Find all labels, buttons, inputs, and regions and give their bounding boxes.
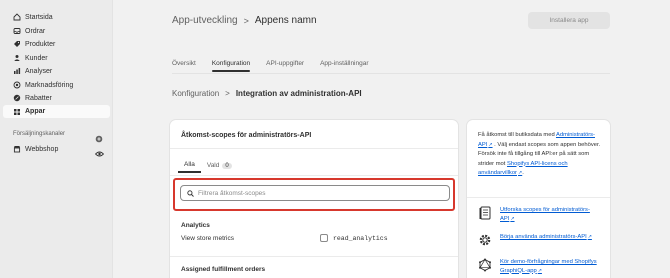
page-breadcrumb: App-utveckling > Appens namn xyxy=(172,15,317,26)
sidebar-item-label: Rabatter xyxy=(25,94,52,102)
chart-icon xyxy=(13,67,21,75)
install-app-button[interactable]: Installera app xyxy=(528,12,610,29)
search-field[interactable] xyxy=(180,185,450,201)
link-label: Börja använda administratörs-API xyxy=(500,234,587,240)
section-breadcrumb-parent-link[interactable]: Konfiguration xyxy=(172,89,219,98)
resource-link[interactable]: Utforska scopes för administratörs-API↗ xyxy=(500,206,602,223)
inbox-icon xyxy=(13,27,21,35)
sidebar-item-webshop[interactable]: Webbshop xyxy=(13,143,58,155)
tab-bar: Översikt Konfiguration API-uppgifter App… xyxy=(172,60,385,72)
divider xyxy=(170,256,458,257)
section-title: Integration av administration-API xyxy=(235,89,362,98)
info-card: Få åtkomst till butiksdata med Administr… xyxy=(467,120,610,278)
home-icon xyxy=(13,13,21,21)
resource-link[interactable]: Börja använda administratörs-API↗ xyxy=(500,233,592,242)
sidebar-item-label: Webbshop xyxy=(25,145,59,153)
sidebar-item-products[interactable]: Produkter xyxy=(13,38,55,50)
sidebar-item-label: Kunder xyxy=(25,54,48,62)
external-link-icon: ↗ xyxy=(537,267,542,274)
external-link-icon: ↗ xyxy=(587,234,592,240)
section-breadcrumb: Konfiguration > Integration av administr… xyxy=(172,89,362,98)
info-text: Få åtkomst till butiksdata med Administr… xyxy=(478,131,602,179)
tab-api-credentials[interactable]: API-uppgifter xyxy=(266,60,304,72)
document-icon xyxy=(478,206,492,220)
tabs-divider xyxy=(172,73,610,74)
external-link-icon: ↗ xyxy=(510,215,515,222)
scope-name: read_analytics xyxy=(333,234,388,242)
resource-graphiql[interactable]: Kör demo-förfrågningar med Shopifys Grap… xyxy=(478,258,602,275)
tab-app-settings[interactable]: App-inställningar xyxy=(320,60,368,72)
tab-configuration[interactable]: Konfiguration xyxy=(211,60,251,72)
resource-explore-scopes[interactable]: Utforska scopes för administratörs-API↗ xyxy=(478,206,602,223)
divider xyxy=(170,175,458,176)
search-input[interactable] xyxy=(198,189,449,197)
tab-label: Vald xyxy=(206,162,220,169)
sidebar-item-orders[interactable]: Ordrar xyxy=(13,25,45,37)
tag-icon xyxy=(13,40,21,48)
search-icon xyxy=(187,184,194,202)
resource-link[interactable]: Kör demo-förfrågningar med Shopifys Grap… xyxy=(500,258,602,275)
breadcrumb-separator: > xyxy=(243,15,249,26)
sidebar-item-analytics[interactable]: Analyser xyxy=(13,65,52,77)
sidebar-item-discounts[interactable]: Rabatter xyxy=(13,92,52,104)
scope-group-description: View store metrics xyxy=(181,235,234,242)
tab-all-scopes[interactable]: Alla xyxy=(178,158,201,173)
external-link-icon: ↗ xyxy=(488,141,493,148)
info-text-part: Få åtkomst till butiksdata med xyxy=(478,132,555,138)
sidebar-item-label: Marknadsföring xyxy=(25,81,74,89)
tab-label: Alla xyxy=(184,161,195,168)
tab-overview[interactable]: Översikt xyxy=(172,60,196,72)
scope-checkbox-read-analytics[interactable]: read_analytics xyxy=(320,234,388,242)
sidebar-item-label: Ordrar xyxy=(25,27,46,35)
scope-filter-tabs: Alla Vald 0 xyxy=(178,158,238,173)
target-icon xyxy=(13,81,21,89)
divider xyxy=(170,148,458,149)
sales-channels-label: Försäljningskanaler xyxy=(13,131,66,137)
sidebar-item-label: Appar xyxy=(25,108,46,115)
store-icon xyxy=(13,145,21,153)
sidebar-item-customers[interactable]: Kunder xyxy=(13,52,48,64)
sidebar-item-home[interactable]: Startsida xyxy=(13,11,53,23)
sidebar-item-apps[interactable]: Appar xyxy=(3,105,110,118)
add-channel-icon[interactable] xyxy=(95,130,103,143)
gear-icon xyxy=(478,233,492,247)
sidebar: Startsida Ordrar Produkter Kunder Analys… xyxy=(0,0,113,278)
sidebar-item-label: Produkter xyxy=(25,40,56,48)
page-title: Appens namn xyxy=(254,15,317,26)
main-content: App-utveckling > Appens namn Installera … xyxy=(114,0,670,278)
info-text-part: . xyxy=(522,170,524,176)
apps-icon xyxy=(13,108,21,116)
sidebar-item-label: Analyser xyxy=(25,67,53,75)
graphql-icon xyxy=(478,258,492,272)
access-scopes-card: Åtkomst-scopes för administratörs-API Al… xyxy=(170,120,458,278)
scope-group-title: Analytics xyxy=(181,222,210,229)
sidebar-item-label: Startsida xyxy=(25,13,53,21)
checkbox[interactable] xyxy=(320,234,328,242)
resource-get-started[interactable]: Börja använda administratörs-API↗ xyxy=(478,233,602,247)
eye-icon[interactable] xyxy=(94,145,105,157)
card-title: Åtkomst-scopes för administratörs-API xyxy=(181,132,312,139)
link-label: Kör demo-förfrågningar med Shopifys Grap… xyxy=(500,259,597,274)
discount-icon xyxy=(13,94,21,102)
divider xyxy=(467,197,610,198)
person-icon xyxy=(13,54,21,62)
breadcrumb-parent-link[interactable]: App-utveckling xyxy=(172,15,238,26)
scope-group-title: Assigned fulfillment orders xyxy=(181,266,266,273)
breadcrumb-separator: > xyxy=(225,89,230,98)
count-badge: 0 xyxy=(222,162,232,169)
sidebar-item-marketing[interactable]: Marknadsföring xyxy=(13,79,73,91)
tab-selected-scopes[interactable]: Vald 0 xyxy=(201,159,238,172)
